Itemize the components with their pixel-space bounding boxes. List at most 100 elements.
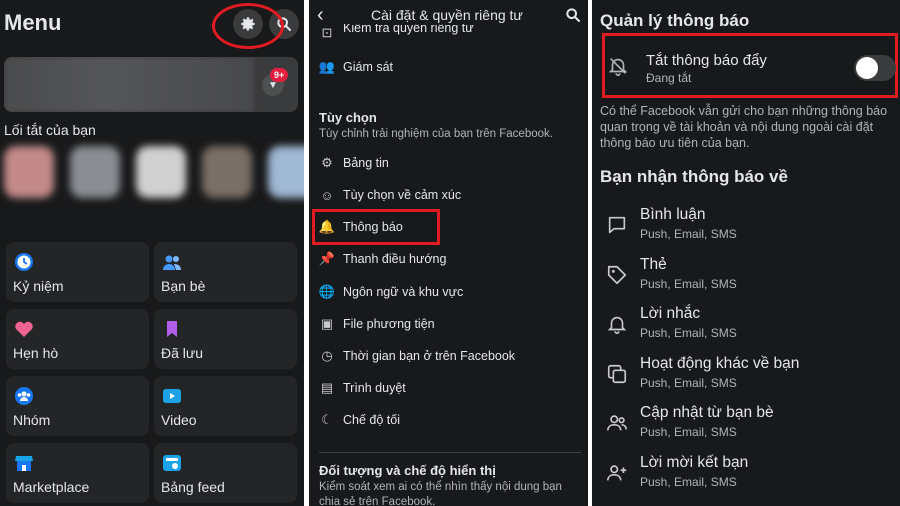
- notif-row-label: Lời mời kết bạn: [640, 454, 749, 471]
- mute-push-toggle[interactable]: [854, 55, 896, 81]
- sliders-icon: ⚙: [321, 155, 333, 170]
- privacy-check-icon: ⊡: [321, 25, 333, 40]
- settings-item-label: Kiểm tra quyền riêng tư: [343, 24, 474, 35]
- settings-item-label: Chế độ tối: [343, 413, 400, 427]
- notif-row-label: Lời nhắc: [640, 305, 701, 322]
- divider: [319, 452, 581, 453]
- shortcut-avatar[interactable]: [268, 146, 304, 198]
- search-icon[interactable]: [565, 7, 581, 23]
- settings-item-browser[interactable]: ▤ Trình duyệt: [318, 376, 406, 400]
- tile-label: Marketplace: [13, 479, 90, 495]
- mute-push-label: Tắt thông báo đẩy: [646, 52, 767, 69]
- add-friend-icon: [607, 465, 627, 481]
- notif-row-reminders[interactable]: Lời nhắc Push, Email, SMS: [600, 305, 896, 349]
- notif-row-label: Cập nhật từ bạn bè: [640, 404, 774, 421]
- settings-item-privacy-checkup[interactable]: ⊡ Kiểm tra quyền riêng tư: [318, 24, 474, 42]
- shortcut-avatar[interactable]: [136, 146, 186, 198]
- notif-row-channels: Push, Email, SMS: [640, 475, 737, 489]
- tile-feeds[interactable]: Bảng feed: [154, 443, 297, 503]
- pin-icon: 📌: [318, 251, 336, 266]
- receive-title: Bạn nhận thông báo về: [600, 167, 788, 186]
- highlight-box: [312, 209, 440, 245]
- notification-badge: 9+: [270, 68, 289, 82]
- notifications-panel: Quản lý thông báo Tắt thông báo đẩy Đang…: [592, 0, 900, 506]
- bell-off-icon: [608, 58, 628, 76]
- tile-label: Nhóm: [13, 412, 51, 428]
- settings-item-dark-mode[interactable]: ☾ Chế độ tối: [318, 408, 400, 432]
- friends-icon: [607, 415, 627, 431]
- tile-label: Kỷ niệm: [13, 278, 64, 294]
- shortcut-avatars: [0, 142, 304, 202]
- settings-panel: ‹ Cài đặt & quyền riêng tư ⊡ Kiểm tra qu…: [309, 0, 588, 506]
- highlight-circle: [212, 3, 284, 49]
- notif-row-label: Bình luận: [640, 206, 706, 223]
- settings-item-feed[interactable]: ⚙ Bảng tin: [318, 151, 389, 175]
- settings-item-label: Ngôn ngữ và khu vực: [343, 285, 464, 299]
- notif-row-friend-updates[interactable]: Cập nhật từ bạn bè Push, Email, SMS: [600, 404, 896, 448]
- tile-groups[interactable]: Nhóm: [6, 376, 149, 436]
- bell-icon: [607, 316, 627, 334]
- moon-icon: ☾: [321, 412, 333, 427]
- friends-icon: [163, 255, 181, 270]
- settings-item-reactions[interactable]: ☺ Tùy chọn về cảm xúc: [318, 183, 461, 207]
- notif-row-label: Hoạt động khác về bạn: [640, 355, 800, 372]
- browser-icon: ▤: [320, 380, 334, 395]
- tile-friends[interactable]: Bạn bè: [154, 242, 297, 302]
- settings-item-language[interactable]: 🌐 Ngôn ngữ và khu vực: [318, 280, 463, 304]
- bookmark-icon: [167, 321, 177, 337]
- heart-icon: [15, 321, 33, 337]
- notif-row-tags[interactable]: Thẻ Push, Email, SMS: [600, 256, 896, 300]
- groups-icon: [15, 387, 33, 405]
- shortcut-avatar[interactable]: [70, 146, 120, 198]
- activity-icon: [607, 364, 627, 384]
- preferences-desc: Tùy chỉnh trải nghiệm của bạn trên Faceb…: [319, 128, 553, 140]
- tile-video[interactable]: Video: [154, 376, 297, 436]
- settings-item-supervision[interactable]: 👥 Giám sát: [318, 55, 393, 79]
- notif-row-comments[interactable]: Bình luận Push, Email, SMS: [600, 206, 896, 250]
- notif-row-channels: Push, Email, SMS: [640, 326, 737, 340]
- tile-dating[interactable]: Hẹn hò: [6, 309, 149, 369]
- tile-label: Hẹn hò: [13, 345, 59, 361]
- settings-item-label: Giám sát: [343, 60, 394, 74]
- shortcut-avatar[interactable]: [4, 146, 54, 198]
- shop-icon: [15, 456, 33, 471]
- settings-item-label: Tùy chọn về cảm xúc: [343, 188, 462, 202]
- menu-title: Menu: [4, 10, 62, 35]
- tile-marketplace[interactable]: Marketplace: [6, 443, 149, 503]
- notif-row-channels: Push, Email, SMS: [640, 425, 737, 439]
- clock-icon: [15, 253, 33, 271]
- profile-card[interactable]: ▼: [4, 57, 298, 112]
- tile-saved[interactable]: Đã lưu: [154, 309, 297, 369]
- notif-row-channels: Push, Email, SMS: [640, 227, 737, 241]
- notif-row-channels: Push, Email, SMS: [640, 376, 737, 390]
- tile-label: Bạn bè: [161, 278, 206, 294]
- video-icon: [163, 389, 181, 403]
- notif-settings-title: Quản lý thông báo: [600, 11, 750, 30]
- settings-item-navigation-bar[interactable]: 📌 Thanh điều hướng: [318, 247, 447, 271]
- supervision-icon: 👥: [318, 59, 336, 74]
- settings-item-label: File phương tiện: [343, 317, 435, 331]
- notif-row-other-activity[interactable]: Hoạt động khác về bạn Push, Email, SMS: [600, 355, 896, 399]
- reaction-icon: ☺: [320, 187, 334, 203]
- shortcut-avatar[interactable]: [202, 146, 252, 198]
- settings-item-label: Thời gian bạn ở trên Facebook: [343, 349, 516, 363]
- notif-row-friend-requests[interactable]: Lời mời kết bạn Push, Email, SMS: [600, 454, 896, 498]
- preferences-title: Tùy chọn: [319, 110, 377, 125]
- toggle-knob: [856, 57, 878, 79]
- audience-desc: Kiểm soát xem ai có thể nhìn thấy nội du…: [319, 481, 562, 506]
- audience-title: Đối tượng và chế độ hiển thị: [319, 463, 496, 478]
- settings-item-time-on-facebook[interactable]: ◷ Thời gian bạn ở trên Facebook: [318, 344, 515, 368]
- blurred-profile: [4, 57, 254, 112]
- media-file-icon: ▣: [320, 316, 334, 331]
- tile-label: Video: [161, 412, 197, 428]
- tag-icon: [607, 265, 627, 285]
- settings-item-label: Thanh điều hướng: [343, 252, 447, 266]
- settings-item-label: Bảng tin: [343, 156, 389, 170]
- menu-panel: Menu ▼ 9+ Lối tắt của bạn Kỷ niệm Bạn bè…: [0, 0, 304, 506]
- settings-item-media[interactable]: ▣ File phương tiện: [318, 312, 435, 336]
- tile-memories[interactable]: Kỷ niệm: [6, 242, 149, 302]
- shortcuts-title: Lối tắt của bạn: [4, 122, 96, 138]
- settings-title: Cài đặt & quyền riêng tư: [371, 7, 523, 23]
- settings-item-label: Trình duyệt: [343, 381, 406, 395]
- tile-label: Bảng feed: [161, 479, 225, 495]
